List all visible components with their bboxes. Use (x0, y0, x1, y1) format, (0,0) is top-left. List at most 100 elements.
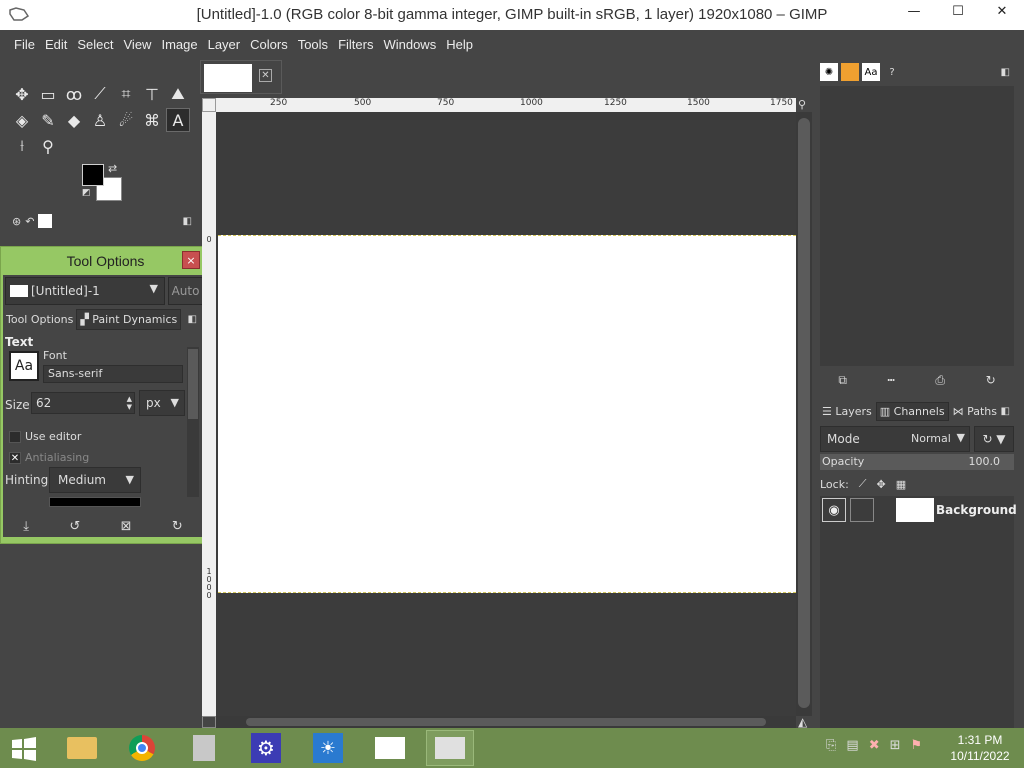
menu-layer[interactable]: Layer (208, 37, 241, 52)
menu-edit[interactable]: Edit (45, 37, 67, 52)
menu-colors[interactable]: Colors (250, 37, 288, 52)
close-button[interactable]: ✕ (980, 0, 1024, 22)
minimize-button[interactable]: — (892, 0, 936, 22)
foreground-color-swatch[interactable] (82, 164, 104, 186)
paintbrush-tool-icon[interactable]: ✎ (36, 108, 60, 132)
ruler-corner[interactable] (202, 98, 216, 112)
spin-arrows-icon[interactable]: ▲ ▼ (127, 395, 132, 411)
vertical-ruler[interactable]: 0 1 0 0 0 (202, 112, 216, 716)
undo-history-icon[interactable]: ↶ (25, 215, 34, 228)
font-field[interactable]: Sans-serif (43, 365, 183, 383)
swap-colors-icon[interactable]: ⇄ (108, 162, 117, 175)
tab-channels[interactable]: ▥ Channels (875, 401, 949, 421)
text-tool-icon[interactable]: A (166, 108, 190, 132)
navigate-icon[interactable]: ⚲ (798, 98, 812, 112)
brushes-tab-icon[interactable]: ✺ (820, 63, 838, 81)
mode-select[interactable]: Mode Normal ▼ (820, 426, 970, 452)
scrollbar-thumb[interactable] (798, 118, 810, 708)
image-tab[interactable]: ✕ (200, 60, 282, 94)
transform-tool-icon[interactable]: ⊤ (140, 82, 164, 106)
eye-icon[interactable]: ◉ (822, 498, 846, 522)
menu-view[interactable]: View (124, 37, 152, 52)
lock-pixels-icon[interactable]: ⟋ (859, 477, 867, 491)
configure-tab-icon[interactable]: ◧ (1001, 406, 1010, 417)
menu-file[interactable]: File (14, 37, 35, 52)
chain-toggle[interactable] (850, 498, 874, 522)
tab-paint-dynamics[interactable]: ▞ Paint Dynamics (76, 308, 182, 330)
warp-tool-icon[interactable]: ⛰ (166, 82, 190, 106)
rect-select-tool-icon[interactable]: ▭ (36, 82, 60, 106)
help-icon[interactable]: ? (883, 63, 901, 81)
tab-paths[interactable]: ⋈ Paths (949, 402, 1001, 421)
color-picker-tool-icon[interactable]: ⟊ (10, 134, 34, 158)
clone-tool-icon[interactable]: ♙ (88, 108, 112, 132)
auto-button[interactable]: Auto (168, 277, 203, 305)
canvas-vertical-scrollbar[interactable] (796, 112, 812, 716)
brushes-panel[interactable] (820, 86, 1014, 366)
lasso-tool-icon[interactable]: ꝏ (62, 82, 86, 106)
save-options-icon[interactable]: ⤓ (23, 519, 29, 534)
folder-icon[interactable]: ▤ (846, 738, 858, 753)
canvas-horizontal-scrollbar[interactable] (216, 716, 796, 728)
composite-mode-select[interactable]: ↻ ▼ (974, 426, 1014, 452)
delete-options-icon[interactable]: ⊠ (121, 519, 132, 534)
tool-options-close-button[interactable]: × (182, 251, 200, 269)
mail-app-icon[interactable] (366, 730, 414, 766)
unit-select[interactable]: px ▼ (139, 390, 185, 416)
use-editor-checkbox[interactable] (9, 431, 21, 443)
maximize-button[interactable]: ☐ (936, 0, 980, 22)
file-explorer-icon[interactable] (58, 730, 106, 766)
print-icon[interactable]: ⎙ (935, 373, 945, 388)
close-icon[interactable]: ✕ (259, 69, 272, 82)
layer-row[interactable]: ◉ Background (820, 496, 1017, 524)
brush-spacing-icon[interactable]: ┅ (888, 373, 895, 387)
settings-gear-icon[interactable]: ⚙ (242, 730, 290, 766)
tab-layers[interactable]: ☰ Layers (818, 402, 876, 421)
hinting-select[interactable]: Medium ▼ (49, 467, 141, 493)
lock-position-icon[interactable]: ✥ (877, 478, 886, 491)
images-tab-icon[interactable] (38, 214, 53, 228)
smudge-tool-icon[interactable]: ☄ (114, 108, 138, 132)
configure-tab-icon[interactable]: ◧ (1001, 67, 1010, 78)
paths-tool-icon[interactable]: ⌘ (140, 108, 164, 132)
reset-colors-icon[interactable]: ◩ (82, 188, 91, 198)
network-icon[interactable]: ⊞ (890, 738, 901, 753)
tab-tool-options[interactable]: Tool Options (3, 310, 76, 329)
bucket-fill-tool-icon[interactable]: ◈ (10, 108, 34, 132)
move-tool-icon[interactable]: ✥ (10, 82, 34, 106)
flag-icon[interactable]: ⚑ (911, 738, 923, 753)
volume-muted-icon[interactable]: ✖ (869, 738, 880, 753)
crop-tool-icon[interactable]: ⌗ (114, 82, 138, 106)
configure-tab-icon[interactable]: ◧ (188, 314, 197, 325)
antialiasing-checkbox[interactable]: ✕ (9, 452, 21, 464)
menu-filters[interactable]: Filters (338, 37, 373, 52)
menu-select[interactable]: Select (77, 37, 113, 52)
lock-alpha-icon[interactable]: ▦ (896, 478, 906, 491)
gimp-taskbar-icon[interactable] (426, 730, 474, 766)
open-brush-icon[interactable]: ⧉ (838, 373, 847, 388)
font-preview-button[interactable]: Aa (9, 351, 39, 381)
menu-image[interactable]: Image (161, 37, 197, 52)
eraser-tool-icon[interactable]: ◆ (62, 108, 86, 132)
menu-help[interactable]: Help (446, 37, 473, 52)
zoom-tool-icon[interactable]: ⚲ (36, 134, 60, 158)
image-selector[interactable]: [Untitled]-1 ▼ (5, 277, 165, 305)
refresh-icon[interactable]: ↻ (986, 373, 996, 387)
action-center-icon[interactable]: ⎘ (826, 738, 836, 753)
windows-start-icon[interactable] (10, 736, 38, 762)
options-scrollbar[interactable] (187, 347, 199, 497)
reset-options-icon[interactable]: ↻ (172, 519, 183, 534)
clock[interactable]: 1:31 PM 10/11/2022 (944, 732, 1016, 764)
menu-windows[interactable]: Windows (383, 37, 436, 52)
restore-options-icon[interactable]: ↺ (69, 519, 80, 534)
scrollbar-thumb[interactable] (188, 349, 198, 419)
weather-app-icon[interactable]: ☀ (304, 730, 352, 766)
fuzzy-select-tool-icon[interactable]: ⟋ (88, 82, 112, 106)
zoom-image-icon[interactable]: ◭ (798, 715, 807, 729)
patterns-tab-icon[interactable] (841, 63, 859, 81)
app-installer-icon[interactable] (180, 730, 228, 766)
text-color-button[interactable] (49, 497, 141, 507)
configure-tab-icon[interactable]: ◧ (183, 216, 192, 227)
scrollbar-thumb[interactable] (246, 718, 766, 726)
image-canvas[interactable] (218, 235, 796, 593)
